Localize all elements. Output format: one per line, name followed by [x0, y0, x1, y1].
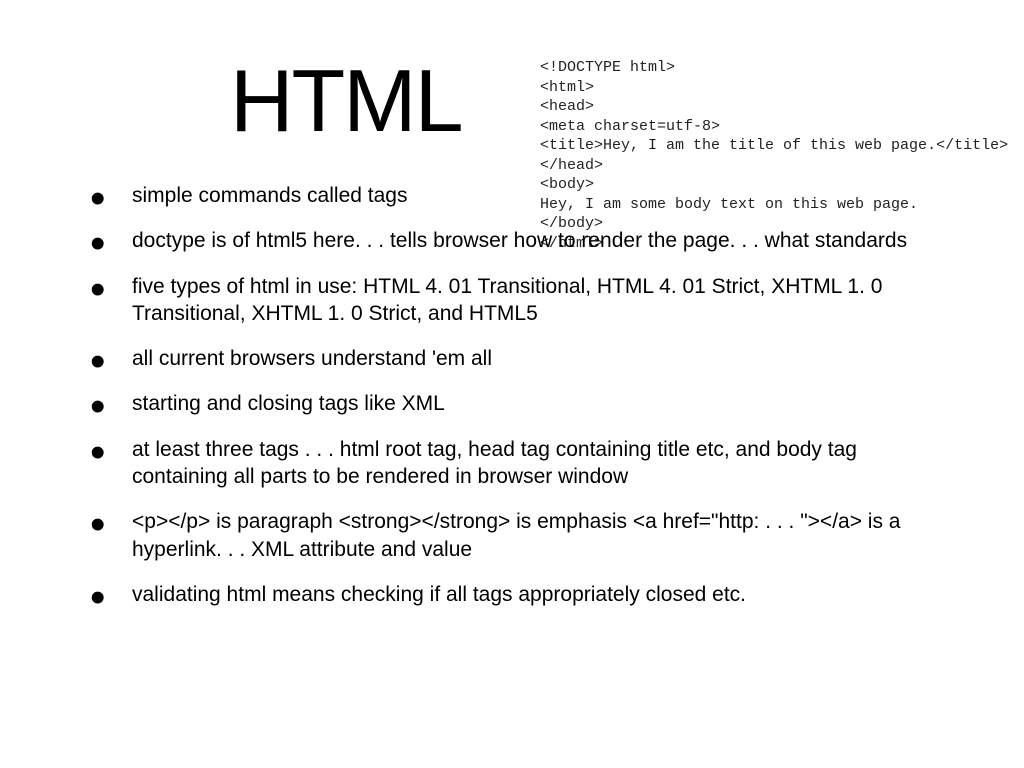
list-item: <p></p> is paragraph <strong></strong> i… [90, 508, 944, 563]
bullet-list: simple commands called tags doctype is o… [90, 182, 944, 608]
list-item: at least three tags . . . html root tag,… [90, 436, 944, 491]
list-item: validating html means checking if all ta… [90, 581, 944, 608]
slide: HTML <!DOCTYPE html> <html> <head> <meta… [0, 0, 1024, 768]
code-sample: <!DOCTYPE html> <html> <head> <meta char… [540, 58, 1008, 253]
list-item: simple commands called tags [90, 182, 944, 209]
list-item: five types of html in use: HTML 4. 01 Tr… [90, 273, 944, 328]
list-item: doctype is of html5 here. . . tells brow… [90, 227, 944, 254]
list-item: all current browsers understand 'em all [90, 345, 944, 372]
list-item: starting and closing tags like XML [90, 390, 944, 417]
